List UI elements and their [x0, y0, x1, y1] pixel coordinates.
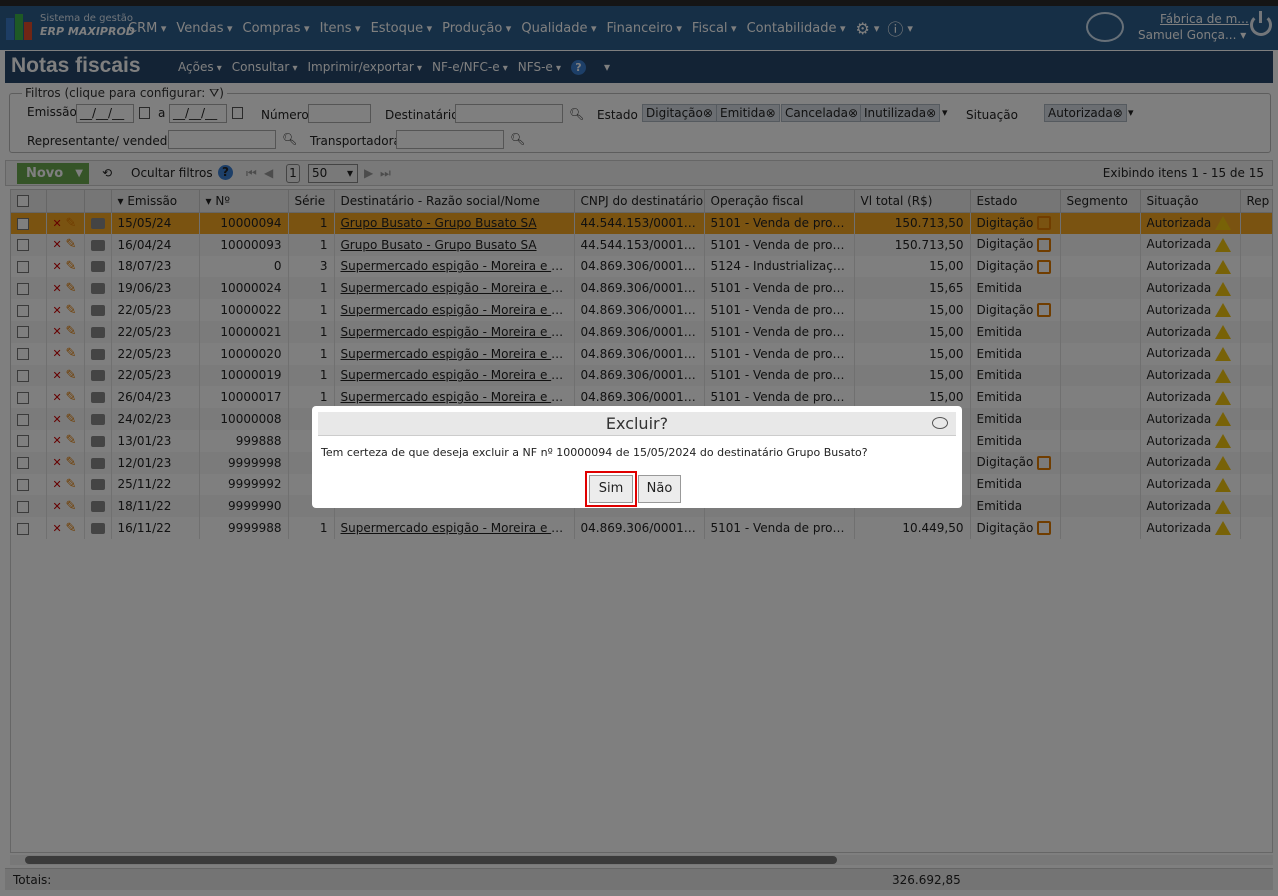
dialog-message: Tem certeza de que deseja excluir a NF n… — [321, 446, 868, 459]
dialog-title-bar: Excluir? — [318, 412, 956, 436]
chat-icon[interactable] — [932, 417, 948, 429]
confirm-no-button[interactable]: Não — [638, 475, 681, 503]
confirm-delete-dialog: Excluir? Tem certeza de que deseja exclu… — [312, 406, 962, 508]
dialog-title: Excluir? — [605, 414, 669, 433]
confirm-yes-button[interactable]: Sim — [585, 471, 637, 507]
